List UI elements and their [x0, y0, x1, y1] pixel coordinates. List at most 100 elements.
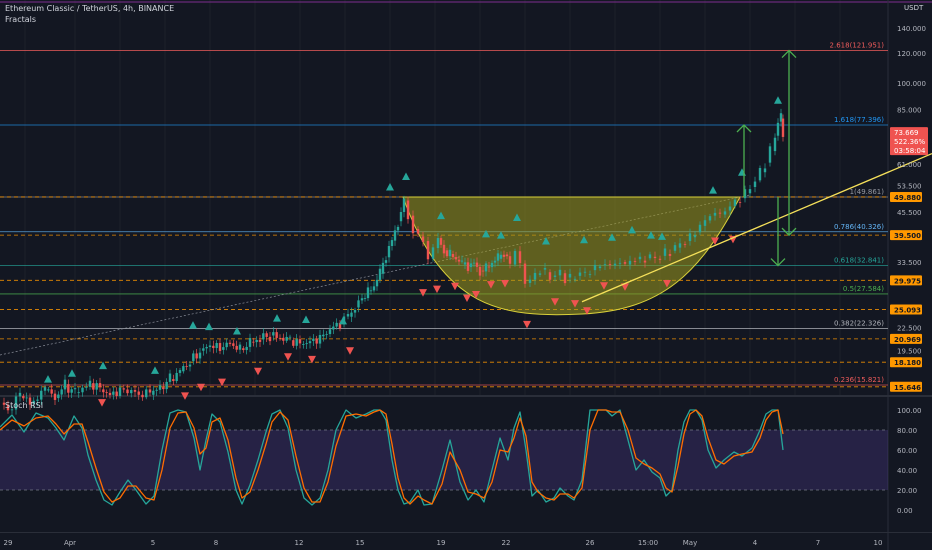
candle-body — [67, 384, 70, 393]
candle-body — [105, 392, 108, 394]
candle-body — [583, 271, 587, 273]
time-tick-label: May — [683, 539, 697, 547]
candle-body — [353, 310, 357, 313]
stoch-tick-label: 100.00 — [897, 407, 922, 415]
candle-body — [130, 390, 133, 394]
candle-body — [723, 211, 727, 215]
price-tick-label: 45.500 — [897, 209, 922, 217]
candle-body — [658, 258, 662, 260]
candle-body — [145, 389, 148, 398]
price-tick-label: 85.000 — [897, 107, 922, 115]
candle-body — [232, 343, 235, 346]
candle-body — [188, 364, 192, 367]
candle-body — [205, 347, 208, 349]
candle-body — [242, 348, 245, 351]
candle-body — [469, 263, 473, 268]
candle-body — [302, 344, 305, 345]
candle-body — [683, 244, 687, 245]
candle-body — [573, 278, 577, 280]
candle-body — [763, 168, 767, 173]
candle-body — [543, 268, 547, 270]
price-tick-label: 53.500 — [897, 182, 922, 190]
candle-body — [305, 343, 308, 345]
time-tick-label: 19 — [437, 539, 446, 547]
time-tick-label: 10 — [874, 539, 883, 547]
stoch-tick-label: 80.00 — [897, 427, 917, 435]
candle-body — [278, 337, 282, 339]
candle-body — [390, 240, 394, 247]
candle-body — [426, 241, 430, 260]
pane-separator — [0, 395, 932, 397]
candle-body — [308, 341, 312, 344]
candle-body — [472, 262, 476, 264]
chart-canvas[interactable]: 2.618(121.951) 1.618(77.396) 1(49.861) 0.78… — [0, 0, 932, 550]
candle-body — [558, 269, 562, 276]
last-price: 73.669 — [894, 129, 919, 137]
candle-body — [718, 212, 722, 214]
candle-body — [22, 395, 25, 399]
candle-body — [643, 260, 647, 263]
price-badge-label: 20.969 — [894, 336, 921, 344]
candle-body — [102, 389, 105, 393]
candle-body — [202, 348, 205, 351]
candle-body — [285, 336, 288, 341]
candle-body — [322, 334, 325, 337]
stoch-tick-label: 20.00 — [897, 487, 917, 495]
chart-title: Ethereum Classic / TetherUS, 4h, BINANCE — [5, 4, 175, 13]
candle-body — [384, 260, 388, 263]
candle-body — [73, 388, 77, 390]
price-tick-label: 61.000 — [897, 161, 922, 169]
candle-body — [499, 254, 503, 259]
candle-body — [773, 137, 777, 152]
candle-body — [77, 392, 80, 394]
candle-body — [268, 336, 272, 342]
candle-body — [282, 337, 285, 341]
time-tick-label: 8 — [214, 539, 218, 547]
candle-body — [781, 118, 785, 137]
candle-body — [57, 394, 60, 399]
candle-body — [638, 256, 642, 260]
candle-body — [758, 168, 762, 181]
candle-body — [613, 263, 617, 266]
stoch-tick-label: 0.00 — [897, 507, 913, 515]
candle-body — [288, 336, 292, 338]
price-badge-label: 25.093 — [894, 306, 921, 314]
candle-body — [40, 390, 43, 400]
candle-body — [457, 259, 461, 262]
candle-body — [228, 342, 232, 344]
time-tick-label: 26 — [586, 539, 595, 547]
candle-body — [162, 387, 165, 390]
stoch-tick-label: 60.00 — [897, 447, 917, 455]
candle-body — [175, 372, 178, 382]
candle-body — [393, 230, 397, 241]
candle-body — [315, 338, 318, 344]
candle-body — [212, 345, 215, 349]
candle-body — [588, 274, 592, 276]
candle-body — [563, 273, 567, 284]
candle-body — [43, 387, 47, 391]
candle-body — [165, 381, 168, 390]
candle-body — [312, 338, 315, 341]
candle-body — [158, 385, 162, 390]
currency-label[interactable]: USDT — [904, 4, 923, 12]
candle-body — [553, 275, 557, 277]
candle-body — [357, 300, 360, 308]
candle-body — [275, 332, 278, 338]
stoch-rsi-title: Stoch RSI — [5, 401, 44, 410]
price-badge-label: 18.180 — [894, 359, 921, 367]
candle-body — [198, 352, 202, 359]
price-tick-label: 140.000 — [897, 25, 926, 33]
candle-body — [406, 200, 410, 220]
candle-body — [648, 254, 652, 259]
candle-body — [623, 262, 627, 264]
candle-body — [92, 383, 95, 390]
candle-body — [332, 326, 335, 330]
candle-body — [513, 250, 517, 265]
candle-body — [195, 353, 198, 359]
candle-body — [608, 264, 612, 265]
candle-body — [603, 264, 607, 266]
price-tick-label: 33.500 — [897, 259, 922, 267]
candle-body — [533, 272, 537, 280]
price-tick-label: 100.000 — [897, 80, 926, 88]
price-tick-label: 19.500 — [897, 348, 922, 356]
